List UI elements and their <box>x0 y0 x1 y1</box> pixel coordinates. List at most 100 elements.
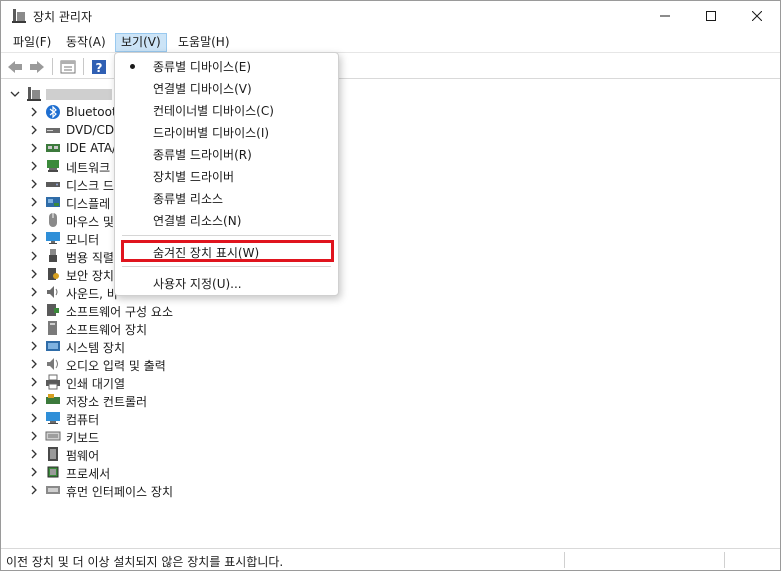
help-icon[interactable]: ? <box>89 57 109 76</box>
minimize-button[interactable] <box>642 1 688 31</box>
disk-drive-icon <box>45 176 61 192</box>
chevron-right-icon[interactable] <box>28 142 40 154</box>
chevron-right-icon[interactable] <box>28 214 40 226</box>
tree-category-label: 보안 장치 <box>66 269 114 283</box>
menu-view[interactable]: 보기(V) <box>115 33 167 52</box>
tree-category-label: 휴먼 인터페이스 장치 <box>66 485 173 499</box>
firmware-icon <box>45 446 61 462</box>
chevron-right-icon[interactable] <box>28 394 40 406</box>
chevron-right-icon[interactable] <box>28 250 40 262</box>
tree-category-row[interactable]: 펌웨어 <box>1 445 780 463</box>
chevron-right-icon[interactable] <box>28 106 40 118</box>
view-dropdown-menu: 종류별 디바이스(E) 연결별 디바이스(V) 컨테이너별 디바이스(C) 드라… <box>114 52 339 296</box>
chevron-right-icon[interactable] <box>28 448 40 460</box>
tree-category-label: 키보드 <box>66 431 100 445</box>
tree-category-label: 디스크 드 <box>66 179 114 193</box>
display-adapter-icon <box>45 194 61 210</box>
status-bar: 이전 장치 및 더 이상 설치되지 않은 장치를 표시합니다. <box>1 548 780 570</box>
tree-category-row[interactable]: 오디오 입력 및 출력 <box>1 355 780 373</box>
view-menu-item[interactable]: 종류별 디바이스(E) <box>115 55 338 77</box>
computer-root-icon <box>26 86 42 102</box>
back-arrow-icon[interactable] <box>5 57 25 76</box>
network-adapter-icon <box>45 158 61 174</box>
chevron-right-icon[interactable] <box>28 286 40 298</box>
software-component-icon <box>45 302 61 318</box>
printer-icon <box>45 374 61 390</box>
chevron-right-icon[interactable] <box>28 376 40 388</box>
radio-bullet-icon <box>130 64 135 69</box>
tree-category-row[interactable]: 소프트웨어 장치 <box>1 319 780 337</box>
highlight-annotation-box <box>121 240 334 262</box>
storage-controller-icon <box>45 392 61 408</box>
chevron-right-icon[interactable] <box>28 268 40 280</box>
bluetooth-icon <box>45 104 61 120</box>
tree-category-row[interactable]: 프로세서 <box>1 463 780 481</box>
tree-category-row[interactable]: 저장소 컨트롤러 <box>1 391 780 409</box>
monitor-icon <box>45 230 61 246</box>
view-menu-item[interactable]: 종류별 드라이버(R) <box>115 143 338 165</box>
chevron-right-icon[interactable] <box>28 322 40 334</box>
status-text: 이전 장치 및 더 이상 설치되지 않은 장치를 표시합니다. <box>6 555 284 569</box>
device-manager-window: 장치 관리자 파일(F) 동작(A) 보기(V) 도움말(H) ? Blueto… <box>0 0 781 571</box>
chevron-down-icon[interactable] <box>9 88 21 100</box>
view-menu-item[interactable]: 컨테이너별 디바이스(C) <box>115 99 338 121</box>
chevron-right-icon[interactable] <box>28 358 40 370</box>
tree-category-row[interactable]: 소프트웨어 구성 요소 <box>1 301 780 319</box>
tree-category-row[interactable]: 컴퓨터 <box>1 409 780 427</box>
window-title: 장치 관리자 <box>33 10 93 24</box>
maximize-button[interactable] <box>688 1 734 31</box>
tree-category-label: 오디오 입력 및 출력 <box>66 359 166 373</box>
tree-category-row[interactable]: 휴먼 인터페이스 장치 <box>1 481 780 499</box>
tree-category-label: 디스플레 <box>66 197 111 211</box>
menu-separator <box>122 235 331 236</box>
speaker-icon <box>45 284 61 300</box>
tree-category-label: 컴퓨터 <box>66 413 100 427</box>
device-manager-app-icon <box>11 8 27 24</box>
chevron-right-icon[interactable] <box>28 196 40 208</box>
customize-item[interactable]: 사용자 지정(U)... <box>115 272 338 294</box>
tree-category-label: 저장소 컨트롤러 <box>66 395 148 409</box>
tree-category-label: 모니터 <box>66 233 100 247</box>
view-menu-item[interactable]: 드라이버별 디바이스(I) <box>115 121 338 143</box>
dvd-drive-icon <box>45 122 61 138</box>
redacted-computer-name <box>46 89 112 100</box>
chevron-right-icon[interactable] <box>28 304 40 316</box>
chevron-right-icon[interactable] <box>28 430 40 442</box>
menu-action[interactable]: 동작(A) <box>61 33 111 52</box>
tree-category-label: IDE ATA/ <box>66 141 117 155</box>
menu-help[interactable]: 도움말(H) <box>173 33 235 52</box>
usb-icon <box>45 248 61 264</box>
view-menu-item[interactable]: 연결별 디바이스(V) <box>115 77 338 99</box>
properties-icon[interactable] <box>58 57 78 76</box>
view-menu-item[interactable]: 장치별 드라이버 <box>115 165 338 187</box>
tree-category-row[interactable]: 키보드 <box>1 427 780 445</box>
chevron-right-icon[interactable] <box>28 484 40 496</box>
chevron-right-icon[interactable] <box>28 124 40 136</box>
chevron-right-icon[interactable] <box>28 412 40 424</box>
chevron-right-icon[interactable] <box>28 232 40 244</box>
view-menu-item[interactable]: 연결별 리소스(N) <box>115 209 338 231</box>
tree-category-row[interactable]: 시스템 장치 <box>1 337 780 355</box>
tree-category-label: 네트워크 <box>66 161 111 175</box>
tree-category-label: 시스템 장치 <box>66 341 126 355</box>
chevron-right-icon[interactable] <box>28 466 40 478</box>
audio-io-icon <box>45 356 61 372</box>
svg-text:?: ? <box>96 61 103 75</box>
chevron-right-icon[interactable] <box>28 340 40 352</box>
forward-arrow-icon[interactable] <box>27 57 47 76</box>
ide-controller-icon <box>45 140 61 156</box>
mouse-icon <box>45 212 61 228</box>
menu-file[interactable]: 파일(F) <box>8 33 56 52</box>
close-button[interactable] <box>734 1 780 31</box>
tree-category-label: 펌웨어 <box>66 449 100 463</box>
tree-category-row[interactable]: 인쇄 대기열 <box>1 373 780 391</box>
keyboard-icon <box>45 428 61 444</box>
title-bar: 장치 관리자 <box>1 1 780 31</box>
view-menu-item[interactable]: 종류별 리소스 <box>115 187 338 209</box>
software-device-icon <box>45 320 61 336</box>
chevron-right-icon[interactable] <box>28 160 40 172</box>
hid-icon <box>45 482 61 498</box>
chevron-right-icon[interactable] <box>28 178 40 190</box>
processor-icon <box>45 464 61 480</box>
tree-category-label: 사운드, 비 <box>66 287 118 301</box>
